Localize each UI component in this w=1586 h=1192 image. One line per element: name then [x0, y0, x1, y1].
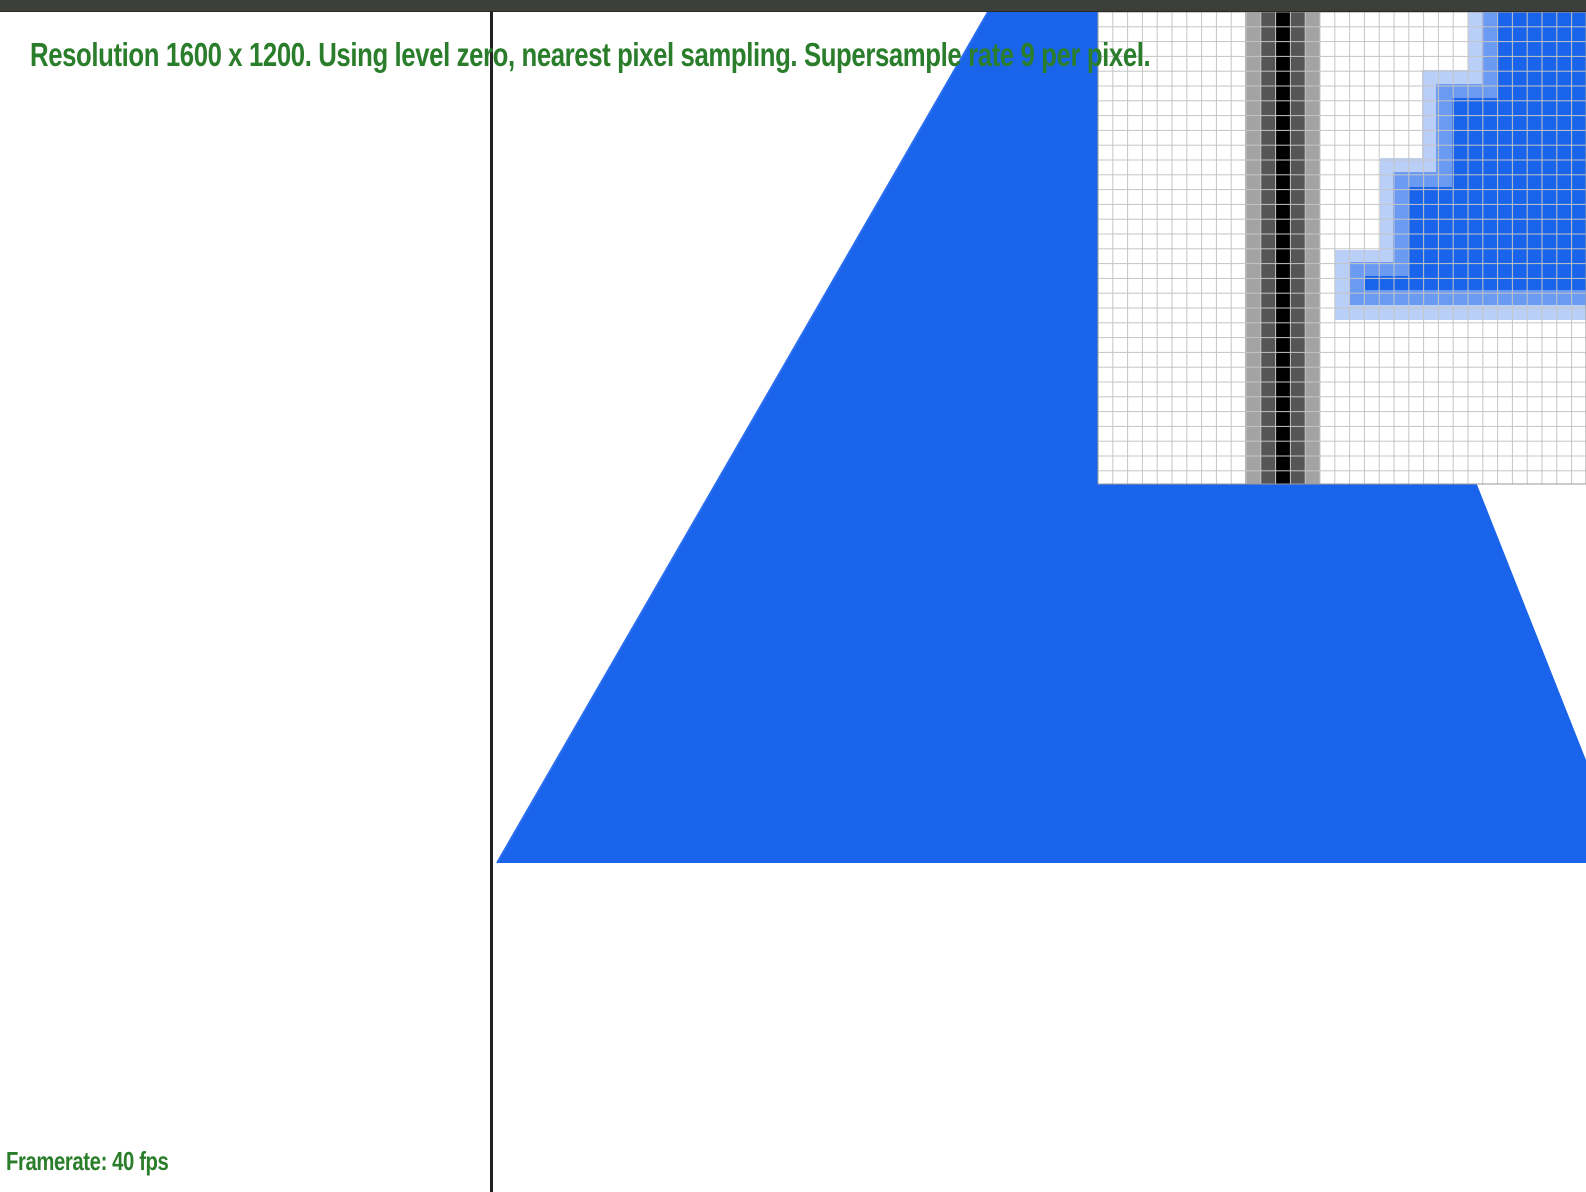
vertical-divider-line — [490, 12, 493, 1192]
render-status-text: Resolution 1600 x 1200. Using level zero… — [30, 36, 1151, 73]
scene-svg — [490, 12, 1586, 1192]
framerate-text: Framerate: 40 fps — [6, 1146, 169, 1176]
zoom-inset — [1097, 12, 1586, 485]
render-canvas[interactable] — [0, 12, 1586, 1192]
window-titlebar[interactable] — [0, 0, 1586, 12]
